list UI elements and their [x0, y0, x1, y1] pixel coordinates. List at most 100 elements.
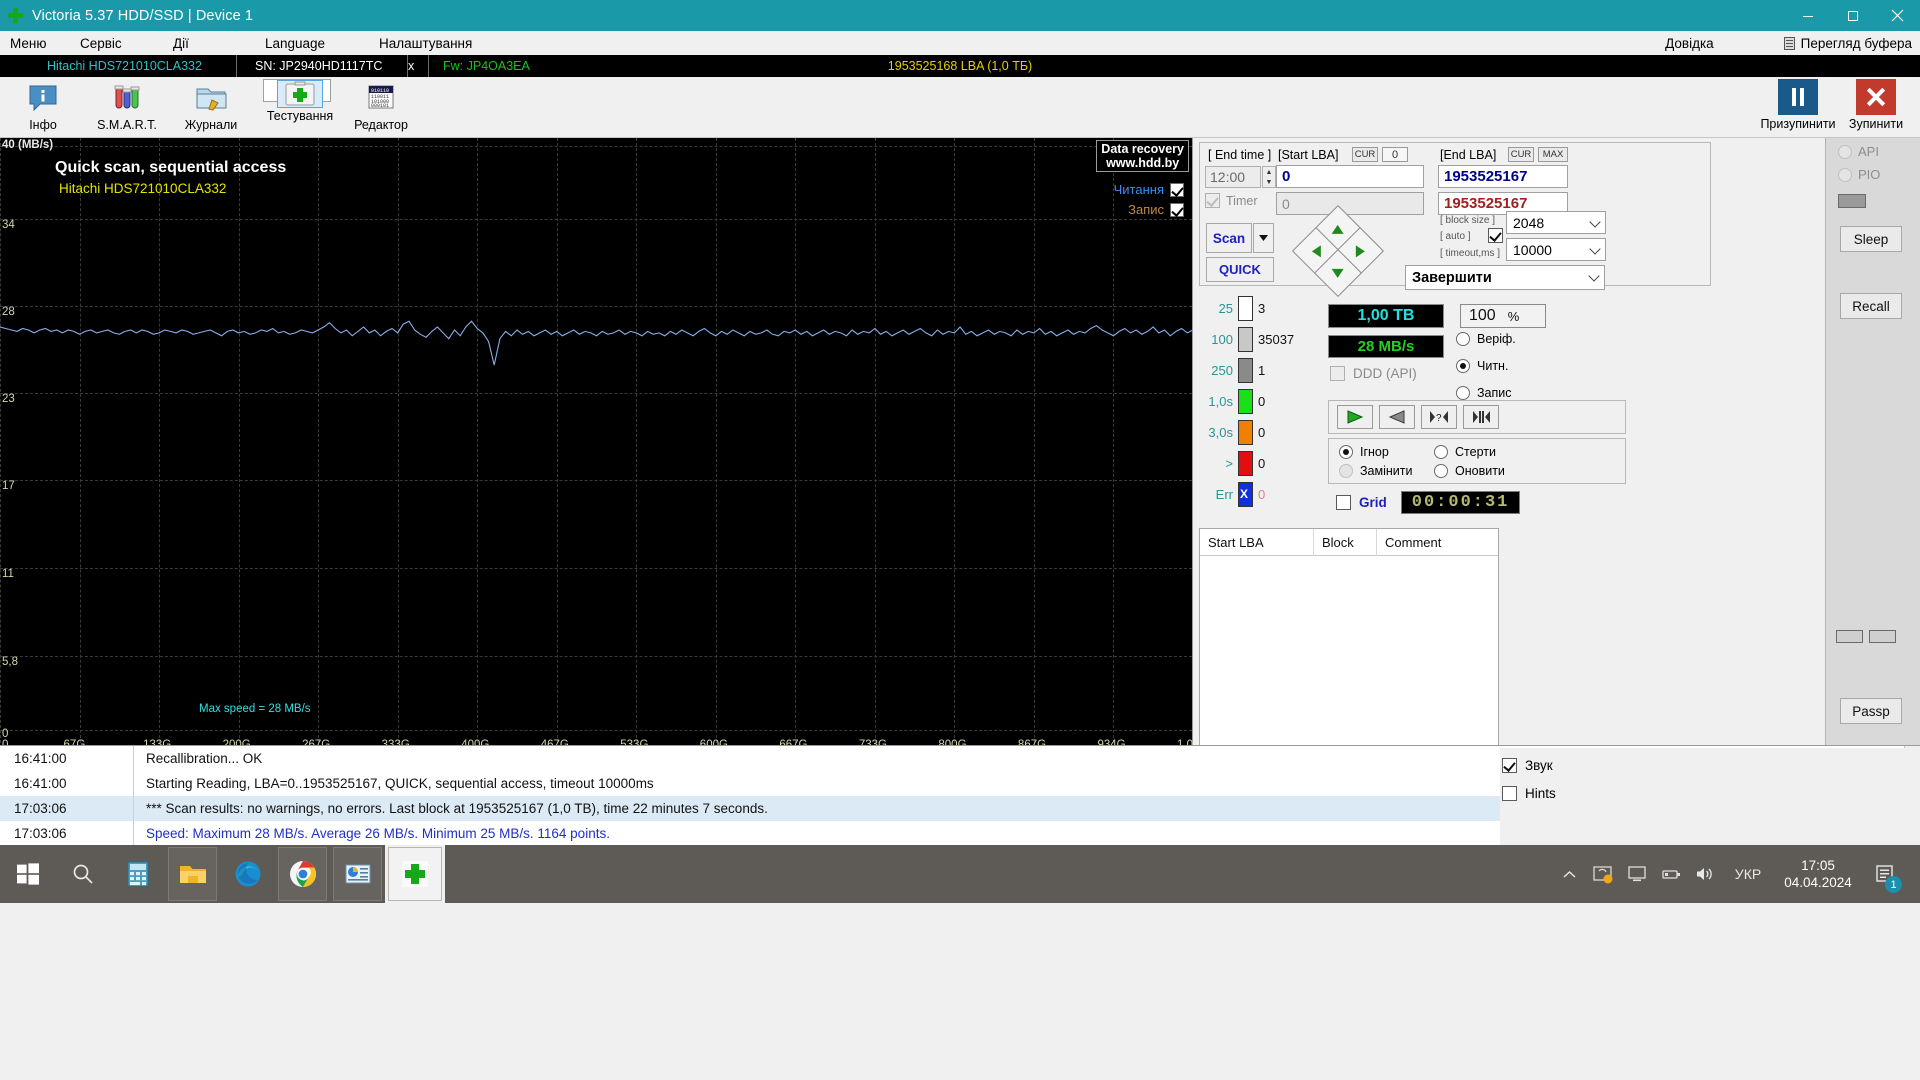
- ddd-row[interactable]: DDD (API): [1330, 366, 1417, 381]
- clock[interactable]: 17:05 04.04.2024: [1774, 857, 1862, 891]
- remote-desktop-icon[interactable]: [1620, 845, 1654, 903]
- mode-verify-radio[interactable]: [1456, 332, 1470, 346]
- end-time-field[interactable]: 12:00: [1205, 166, 1261, 188]
- recall-button[interactable]: Recall: [1840, 293, 1902, 319]
- toolbar-label-testing: Тестування: [266, 109, 334, 123]
- action-replace-row[interactable]: Замінити: [1339, 464, 1412, 478]
- legend-read[interactable]: Читання: [1114, 182, 1184, 197]
- menu-item-service[interactable]: Сервіс: [80, 34, 173, 53]
- file-explorer-button[interactable]: [165, 845, 220, 903]
- scan-dropdown-button[interactable]: [1253, 223, 1274, 253]
- timer-checkbox[interactable]: [1205, 193, 1220, 208]
- stat-threshold: 3,0s: [1208, 425, 1233, 440]
- play-forward-button[interactable]: [1337, 405, 1373, 429]
- mode-write-row[interactable]: Запис: [1456, 386, 1512, 400]
- end-lba-cur-button[interactable]: CUR: [1508, 147, 1534, 162]
- mode-read-row[interactable]: Читн.: [1456, 359, 1508, 373]
- ddd-label: DDD (API): [1353, 366, 1417, 381]
- jump-end-button[interactable]: [1463, 405, 1499, 429]
- action-refresh-radio[interactable]: [1434, 464, 1448, 478]
- language-indicator[interactable]: УКР: [1722, 866, 1774, 882]
- action-replace-radio[interactable]: [1339, 464, 1353, 478]
- play-backward-button[interactable]: [1379, 405, 1415, 429]
- scan-button[interactable]: Scan: [1206, 223, 1252, 253]
- toolbar-button-editor[interactable]: 010110 110011 101000 000101 Редактор: [347, 79, 415, 132]
- grid-checkbox[interactable]: [1336, 494, 1351, 510]
- jump-query-button[interactable]: ?: [1421, 405, 1457, 429]
- start-lba-cur-button[interactable]: CUR: [1352, 147, 1378, 162]
- hints-row[interactable]: Hints: [1502, 786, 1556, 801]
- sleep-button[interactable]: Sleep: [1840, 226, 1902, 252]
- start-button[interactable]: [0, 845, 55, 903]
- legend-write[interactable]: Запис: [1114, 202, 1184, 217]
- action-ignore-row[interactable]: Ігнор: [1339, 445, 1389, 459]
- start-lba-input[interactable]: 0: [1276, 165, 1424, 188]
- auto-checkbox[interactable]: [1488, 228, 1503, 243]
- onedrive-icon[interactable]: [1586, 845, 1620, 903]
- menu-item-menu[interactable]: Меню: [10, 34, 80, 53]
- menu-item-help[interactable]: Довідка: [1665, 36, 1714, 51]
- volume-icon[interactable]: [1688, 845, 1722, 903]
- notification-button[interactable]: 1: [1862, 845, 1908, 903]
- calculator-button[interactable]: [110, 845, 165, 903]
- navigation-pad[interactable]: [1291, 204, 1385, 298]
- office-button[interactable]: [330, 845, 385, 903]
- toolbar-button-testing[interactable]: Тестування: [263, 79, 333, 123]
- timeout-select[interactable]: 10000: [1506, 238, 1606, 261]
- buffer-view-button[interactable]: Перегляд буфера: [1783, 36, 1912, 51]
- mode-verify-row[interactable]: Веріф.: [1456, 332, 1516, 346]
- usb-icon[interactable]: [1654, 845, 1688, 903]
- end-lba-max-button[interactable]: MAX: [1538, 147, 1568, 162]
- minimize-button[interactable]: [1785, 0, 1830, 31]
- search-button[interactable]: [55, 845, 110, 903]
- maximize-button[interactable]: [1830, 0, 1875, 31]
- speed-graph[interactable]: 40 (MB/s) 34 28 23 17 11 5,8 0 067G133G2…: [0, 138, 1200, 753]
- toolbar-button-pause[interactable]: Призупинити: [1759, 79, 1837, 131]
- office-icon: [345, 864, 370, 884]
- toolbar-button-smart[interactable]: S.M.A.R.T.: [93, 79, 161, 132]
- menu-item-actions[interactable]: Дії: [173, 34, 265, 53]
- timer-row[interactable]: Timer: [1205, 193, 1257, 208]
- chrome-button[interactable]: [275, 845, 330, 903]
- ddd-checkbox[interactable]: [1330, 366, 1345, 381]
- mode-read-radio[interactable]: [1456, 359, 1470, 373]
- close-button[interactable]: [1875, 0, 1920, 31]
- graph-title: Quick scan, sequential access: [55, 159, 287, 176]
- pio-row[interactable]: PIO: [1838, 167, 1880, 182]
- toolbar-button-info[interactable]: Інфо: [9, 79, 77, 132]
- api-row[interactable]: API: [1838, 144, 1879, 159]
- edge-button[interactable]: [220, 845, 275, 903]
- quick-button[interactable]: QUICK: [1206, 257, 1274, 282]
- end-time-spinner[interactable]: ▲ ▼: [1262, 166, 1276, 188]
- action-ignore-radio[interactable]: [1339, 445, 1353, 459]
- block-size-select[interactable]: 2048: [1506, 211, 1606, 234]
- sound-checkbox[interactable]: [1502, 758, 1517, 773]
- toolbar-button-stop[interactable]: Зупинити: [1837, 79, 1915, 131]
- end-lba-input[interactable]: 1953525167: [1438, 165, 1568, 188]
- passp-button[interactable]: Passp: [1840, 698, 1902, 724]
- menu-item-settings[interactable]: Налаштування: [379, 34, 519, 53]
- victoria-taskbar-button[interactable]: [385, 845, 445, 903]
- toolbar-button-logs[interactable]: Журнали: [177, 79, 245, 132]
- action-refresh-row[interactable]: Оновити: [1434, 464, 1505, 478]
- sound-row[interactable]: Звук: [1502, 758, 1553, 773]
- read-checkbox[interactable]: [1170, 182, 1184, 197]
- spinner-down-icon[interactable]: ▼: [1263, 177, 1275, 187]
- drive-clear-button[interactable]: x: [407, 55, 429, 77]
- write-checkbox[interactable]: [1170, 202, 1184, 217]
- stat-row: 100 35037: [1199, 327, 1294, 352]
- mode-write-radio[interactable]: [1456, 386, 1470, 400]
- watermark-line2: www.hdd.by: [1106, 156, 1180, 170]
- start-lba-second-input[interactable]: 0: [1276, 192, 1424, 215]
- hints-checkbox[interactable]: [1502, 786, 1517, 801]
- defect-table[interactable]: Start LBA Block Comment: [1199, 528, 1499, 748]
- action-erase-row[interactable]: Стерти: [1434, 445, 1496, 459]
- chevron-up-icon[interactable]: [1552, 845, 1586, 903]
- on-finish-select[interactable]: Завершити: [1405, 265, 1605, 290]
- menu-item-language[interactable]: Language: [265, 34, 379, 53]
- action-erase-radio[interactable]: [1434, 445, 1448, 459]
- spinner-up-icon[interactable]: ▲: [1263, 167, 1275, 177]
- stop-icon: [1856, 79, 1896, 115]
- api-radio[interactable]: [1838, 144, 1852, 159]
- pio-radio[interactable]: [1838, 167, 1852, 182]
